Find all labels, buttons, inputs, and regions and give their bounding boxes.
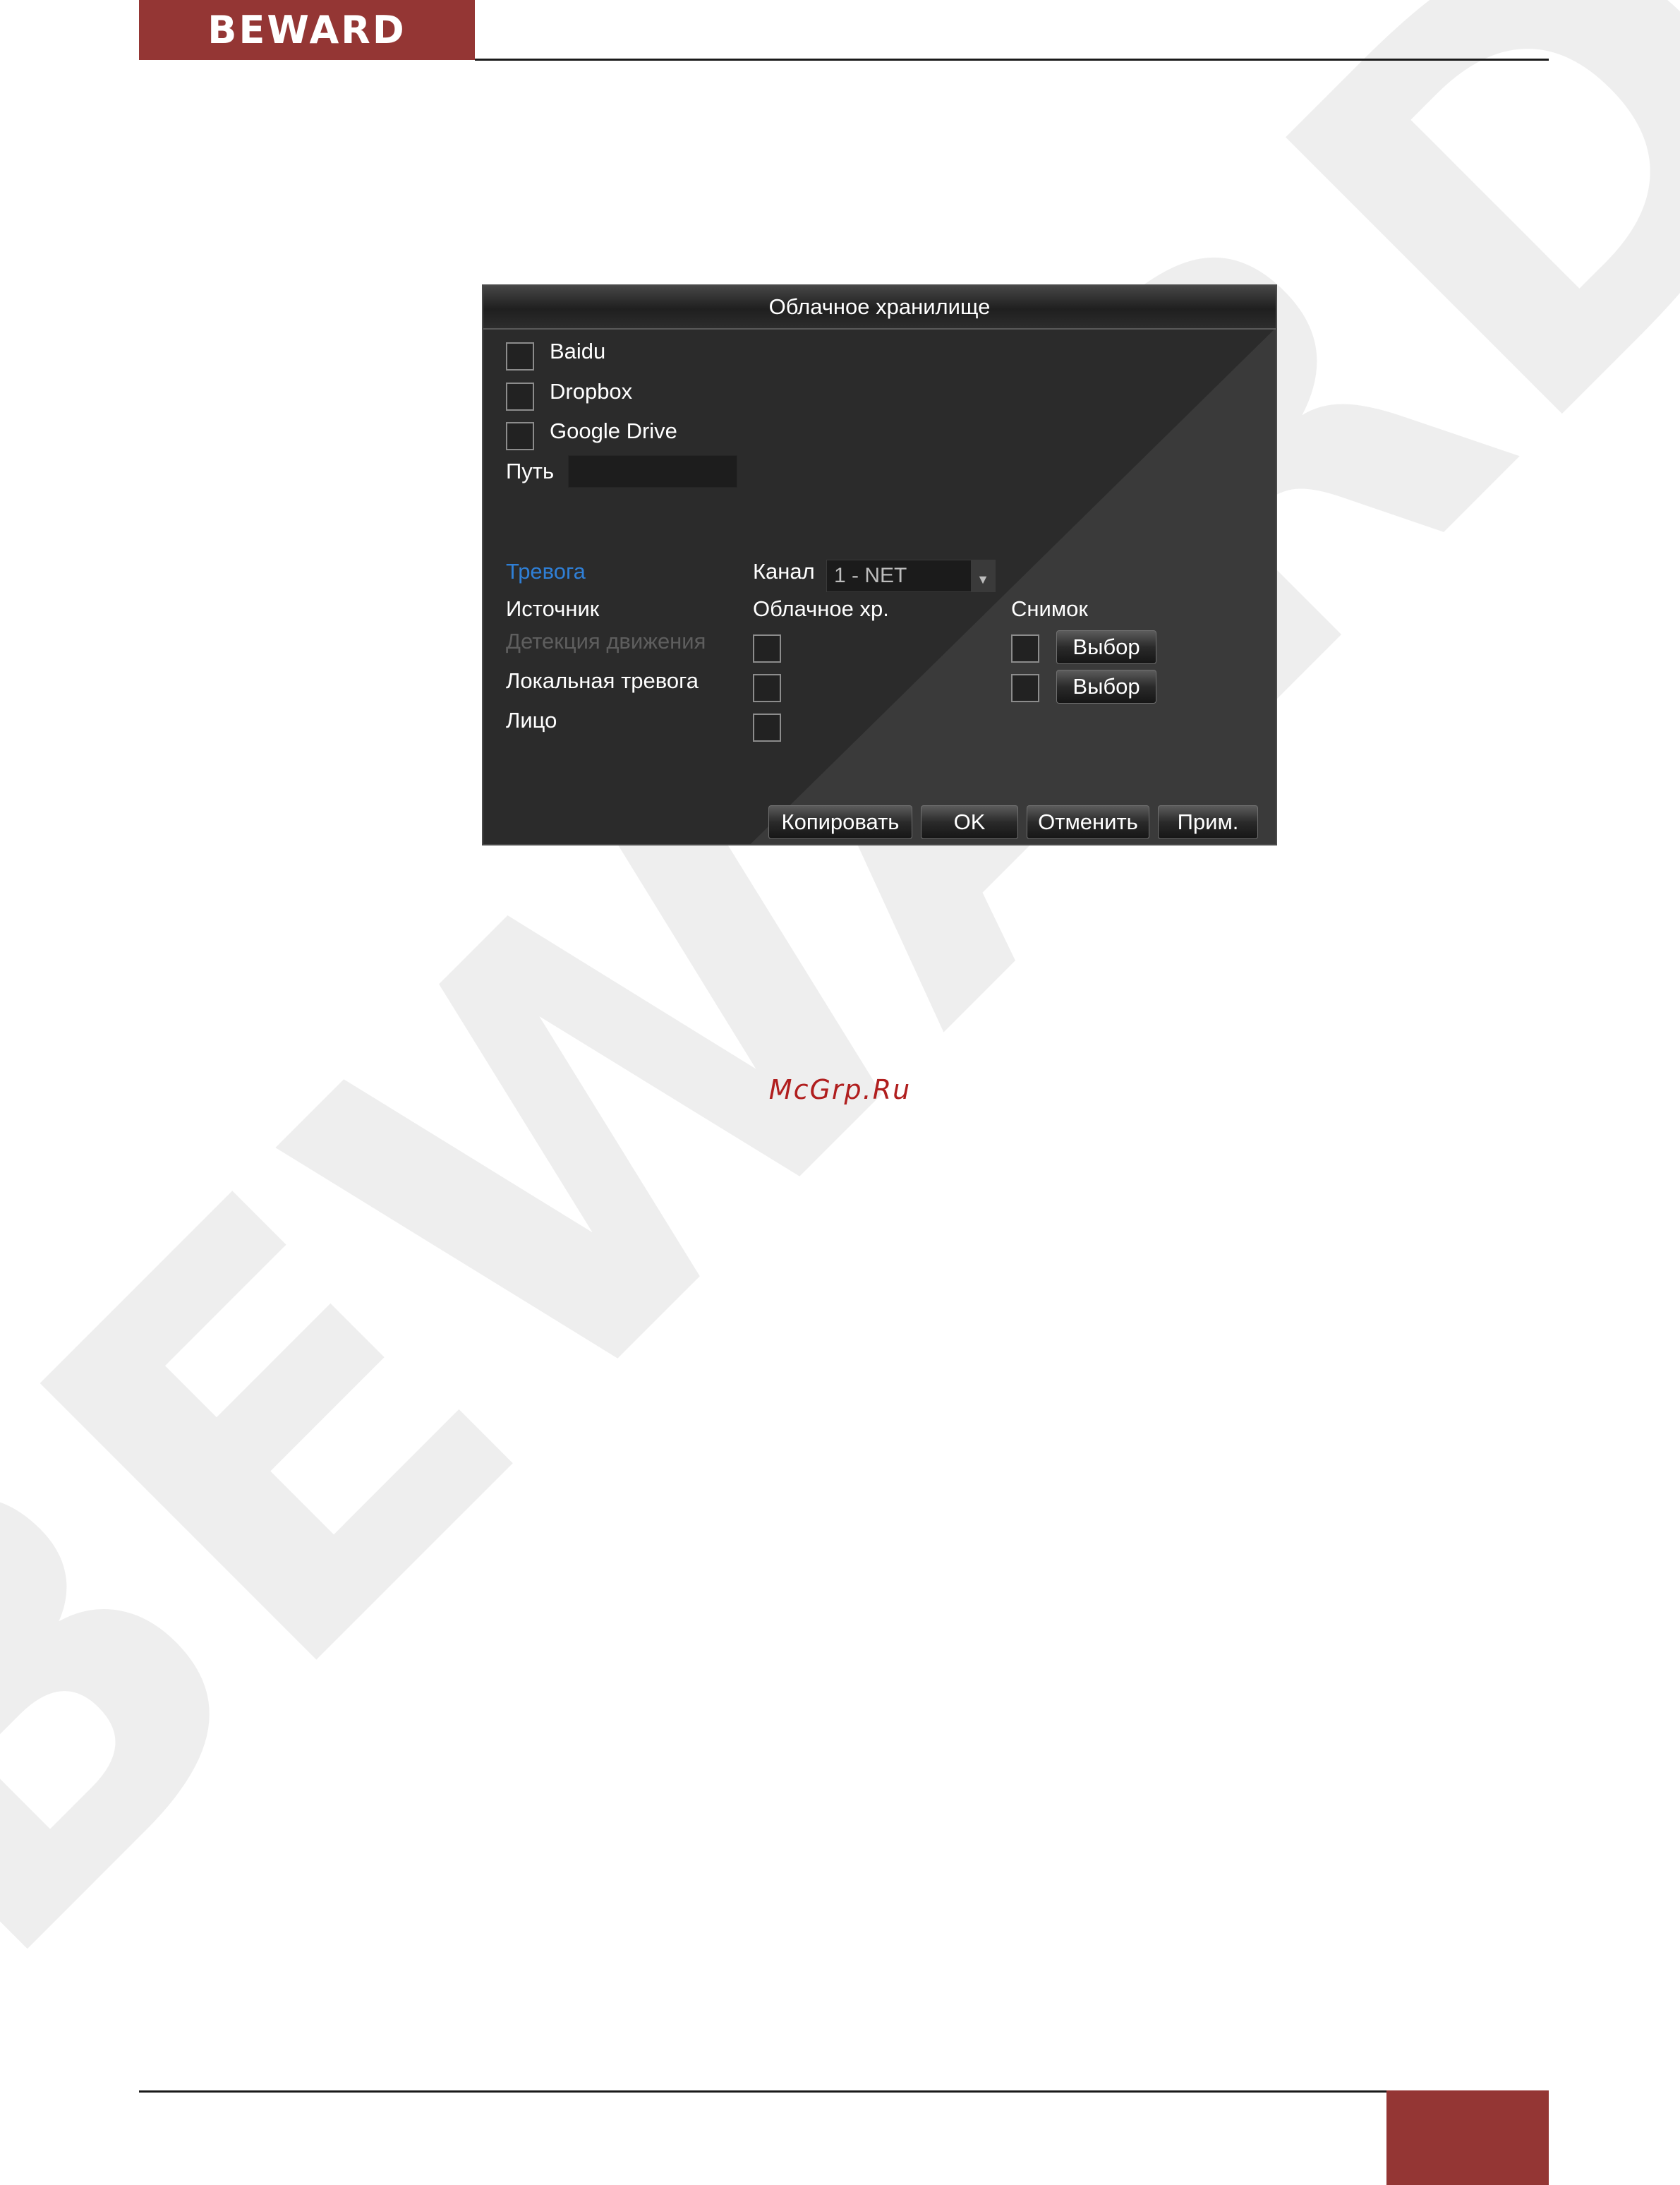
google-drive-checkbox[interactable]: [506, 422, 534, 450]
snapshot-column-header: Снимок: [1011, 596, 1088, 621]
footer-divider: [139, 2090, 1386, 2093]
channel-label: Канал: [753, 559, 815, 584]
site-link[interactable]: McGrp.Ru: [0, 1074, 1680, 1105]
baidu-label: Baidu: [550, 339, 606, 363]
dropbox-checkbox[interactable]: [506, 383, 534, 411]
google-drive-label: Google Drive: [550, 419, 677, 443]
face-cloud-checkbox[interactable]: [753, 714, 781, 742]
chevron-down-icon[interactable]: ▼: [971, 560, 995, 591]
ok-button[interactable]: OK: [921, 805, 1018, 839]
motion-snapshot-checkbox[interactable]: [1011, 634, 1039, 663]
source-column-header: Источник: [506, 596, 600, 621]
brand-logo: BEWARD: [139, 0, 475, 60]
source-local-alarm: Локальная тревога: [506, 668, 699, 693]
baidu-checkbox[interactable]: [506, 342, 534, 371]
source-face: Лицо: [506, 708, 557, 733]
tab-alarm[interactable]: Тревога: [506, 558, 586, 586]
motion-select-button[interactable]: Выбор: [1056, 630, 1156, 664]
cancel-button[interactable]: Отменить: [1027, 805, 1149, 839]
source-motion-detection: Детекция движения: [506, 629, 706, 654]
path-label: Путь: [506, 459, 555, 483]
cloud-column-header: Облачное хр.: [753, 596, 889, 621]
local-alarm-cloud-checkbox[interactable]: [753, 674, 781, 702]
channel-select[interactable]: 1 - NET ▼: [826, 560, 996, 592]
cloud-storage-dialog: Облачное хранилище Baidu Dropbox Google …: [482, 284, 1277, 845]
header-divider: [475, 59, 1549, 61]
motion-cloud-checkbox[interactable]: [753, 634, 781, 663]
local-alarm-select-button[interactable]: Выбор: [1056, 670, 1156, 704]
brand-logo-text: BEWARD: [207, 8, 406, 52]
path-input[interactable]: [568, 455, 737, 488]
dropbox-label: Dropbox: [550, 379, 633, 404]
channel-select-value: 1 - NET: [834, 564, 907, 587]
copy-button[interactable]: Копировать: [768, 805, 912, 839]
dialog-title: Облачное хранилище: [483, 286, 1276, 330]
local-alarm-snapshot-checkbox[interactable]: [1011, 674, 1039, 702]
apply-button[interactable]: Прим.: [1158, 805, 1258, 839]
footer-page-box: [1386, 2090, 1549, 2185]
